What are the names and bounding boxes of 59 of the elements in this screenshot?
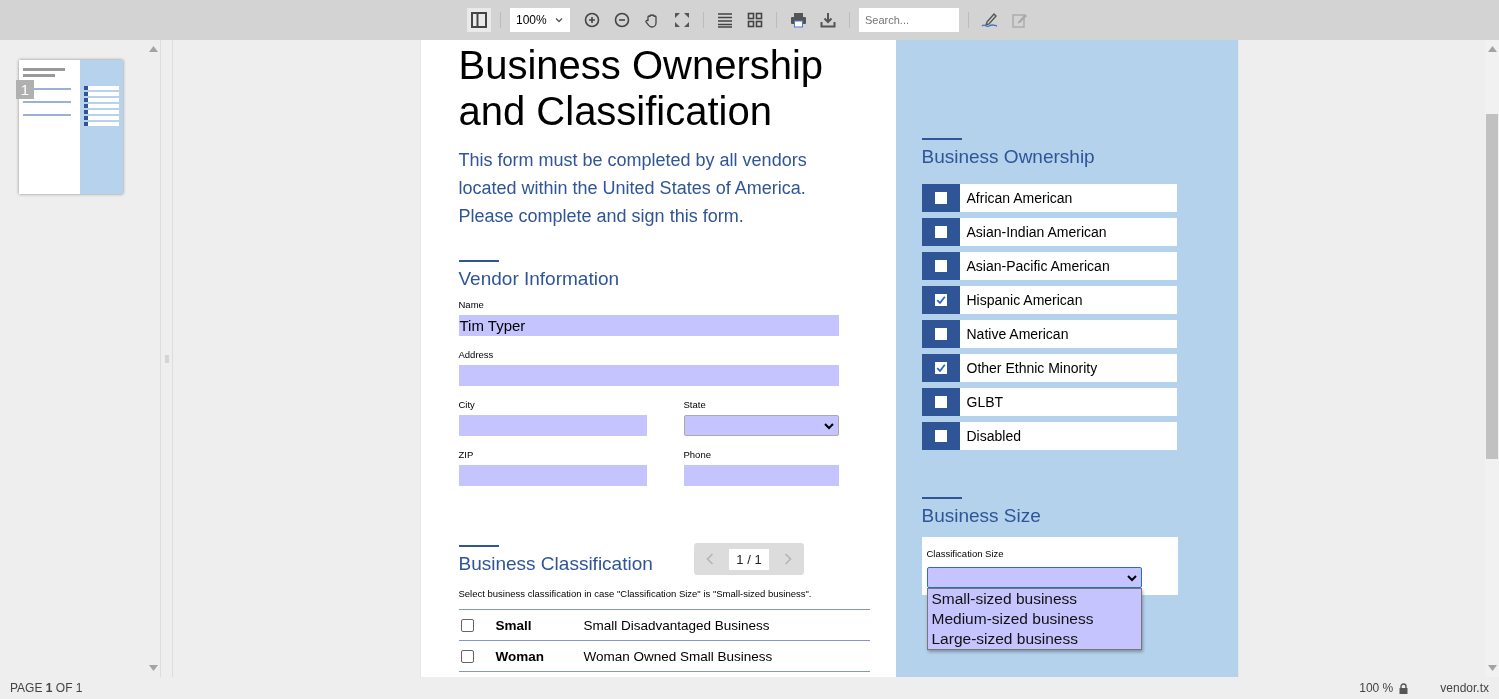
select-field[interactable] [926,567,1142,588]
page-counter: 1 / 1 [729,548,769,570]
field-label: City [458,399,476,411]
input-field[interactable]: Tim Typer [458,315,839,336]
input-field[interactable] [458,415,647,436]
page-number-badge: 1 [16,80,34,99]
checkbox-label: Native American [959,320,1177,348]
input-field[interactable] [683,465,839,486]
dropdown-option[interactable]: Large-sized business [927,629,1141,649]
page-indicator: PAGE 1 OF 1 [10,681,83,695]
dropdown-option[interactable]: Small-sized business [927,589,1141,609]
sidebar-toggle-button[interactable] [467,8,491,32]
search-field[interactable]: Search... [859,8,959,32]
dropdown-option[interactable]: Medium-sized business [927,609,1141,629]
section-heading: Business Classification [458,552,653,576]
checkbox[interactable] [934,430,947,442]
checkbox[interactable] [460,649,474,663]
checkbox-label: Asian-Indian American [959,218,1177,246]
checkbox-label: Other Ethnic Minority [959,354,1177,382]
document-title: Business Ownership and Classification [458,42,825,134]
field-label: Name [458,299,485,311]
intro-text: This form must be completed by all vendors located within the United States of America. Please complete and sign this form. [458,149,808,228]
zoom-level: 100 % [1359,681,1394,695]
checkbox[interactable] [934,396,947,408]
checkbox[interactable] [934,260,947,272]
checkbox-label: Disabled [959,422,1177,450]
select-field[interactable] [683,415,839,436]
file-name: vendor.tx [1440,681,1489,695]
checkbox-label: African American [959,184,1177,212]
table-cell: Woman Owned Small Business [583,648,773,664]
checkbox-label: GLBT [959,388,1177,416]
checkbox[interactable] [460,618,474,632]
table-cell-text: Small [495,617,533,633]
caret-icon [823,421,834,430]
input-field[interactable] [458,365,839,386]
checkbox[interactable] [934,328,947,340]
caret-icon [1126,573,1137,582]
field-label: Classification Size [926,548,1004,559]
field-label: Phone [683,449,712,461]
section-heading: Business Size [921,504,1041,528]
checkbox[interactable] [934,226,947,238]
zoom-select[interactable]: 100% [510,8,570,32]
scrollbar-thumb[interactable] [1486,114,1498,459]
field-label: State [683,399,707,411]
caret-icon [554,15,564,25]
table-cell-text: Woman [495,648,545,664]
checkbox-label: Hispanic American [959,286,1177,314]
checkbox-label: Asian-Pacific American [959,252,1177,280]
grip-icon[interactable] [164,354,169,363]
section-heading: Business Ownership [921,145,1095,169]
input-field[interactable] [458,465,647,486]
table-cell: Small Disadvantaged Business [583,617,770,633]
instruction-text: Select business classification in case "Classification Size" is "Small-sized business". [458,588,870,610]
checkbox[interactable] [934,192,947,204]
checkbox[interactable] [934,294,947,306]
field-label: Address [458,349,495,361]
field-label: ZIP [458,449,475,461]
section-heading: Vendor Information [458,267,620,291]
checkbox[interactable] [934,362,947,374]
